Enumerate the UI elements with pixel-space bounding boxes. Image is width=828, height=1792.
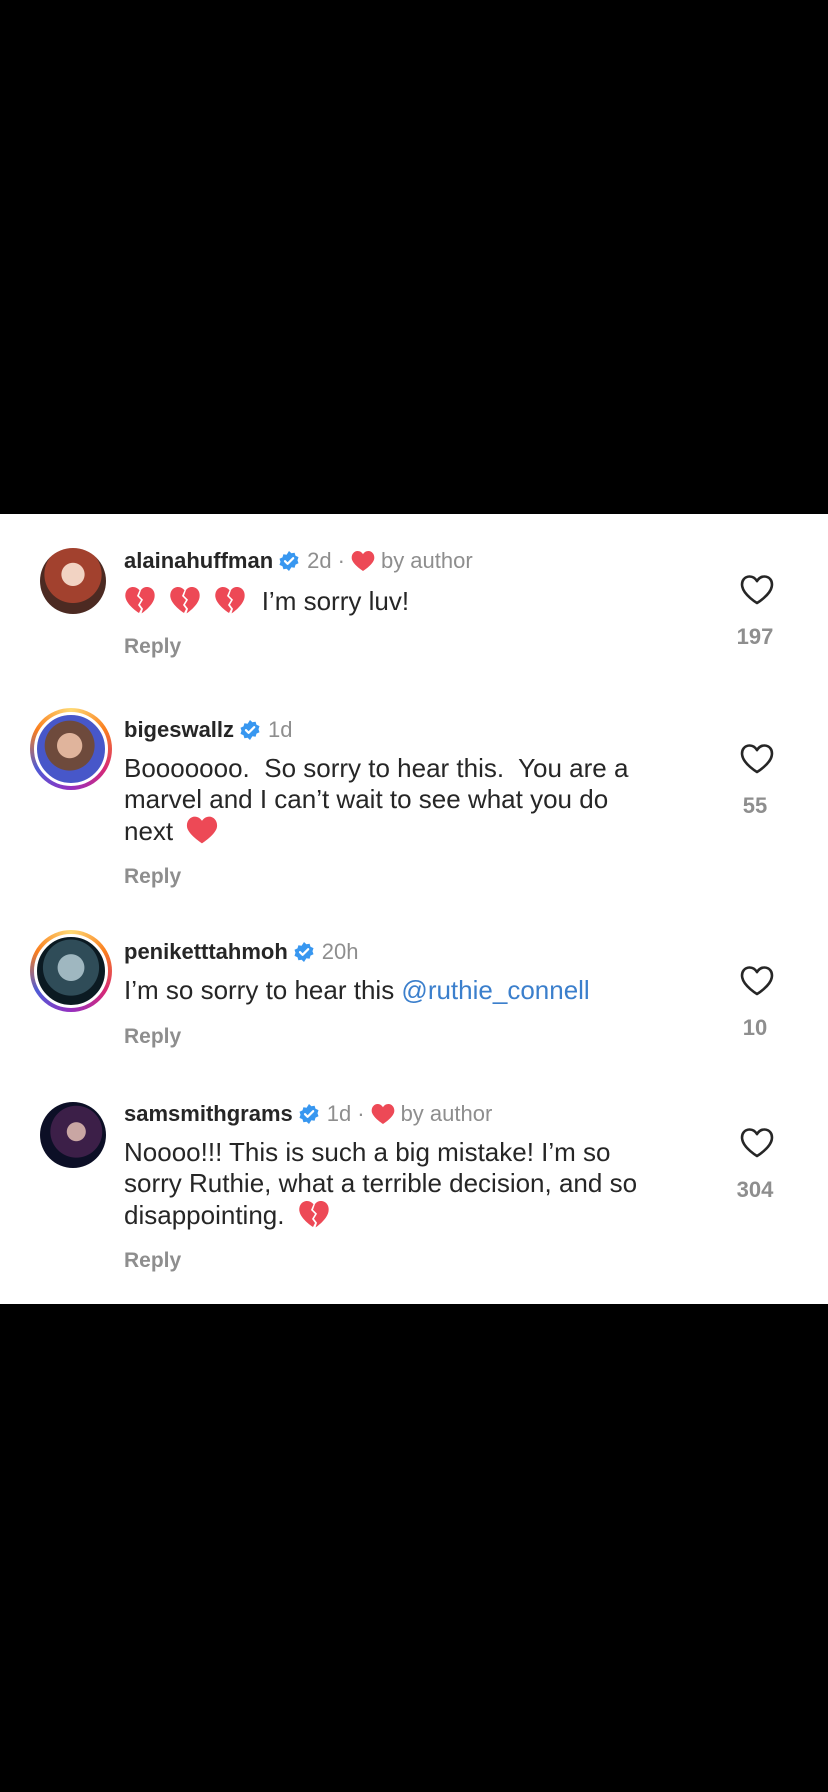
avatar-image [40, 1102, 106, 1168]
reply-button[interactable]: Reply [124, 635, 181, 659]
comment-text-content: disappointing. [124, 1200, 285, 1230]
username[interactable]: alainahuffman [124, 548, 273, 574]
like-count[interactable]: 304 [700, 1177, 810, 1203]
avatar-image [34, 712, 108, 786]
reply-button[interactable]: Reply [124, 1025, 181, 1049]
comment-text: I’m so sorry to hear this @ruthie_connel… [124, 975, 694, 1006]
comment-text-line: Noooo!!! This is such a big mistake! I’m… [124, 1137, 611, 1167]
broken-heart-icon [124, 585, 156, 615]
avatar-story-ring[interactable] [30, 708, 112, 790]
heart-outline-icon[interactable] [740, 1127, 774, 1159]
timestamp: 1d [326, 1101, 352, 1126]
avatar-story-ring[interactable] [30, 930, 112, 1012]
heart-outline-icon[interactable] [740, 743, 774, 775]
comment-text-content: I’m so sorry to hear this [124, 975, 402, 1005]
verified-badge-icon [299, 1104, 319, 1124]
comment-meta: bigeswallz 1d [124, 717, 293, 743]
broken-heart-icon [169, 585, 201, 615]
verified-badge-icon [294, 942, 314, 962]
timestamp: 20h [321, 939, 359, 964]
liked-by-author-label: by author [380, 548, 473, 573]
mention-link[interactable]: @ruthie_connell [401, 975, 589, 1005]
comment-meta: alainahuffman 2d · by author [124, 548, 473, 574]
comment-text-line: next [124, 815, 694, 847]
verified-badge-icon [279, 551, 299, 571]
comment-text-line: disappointing. [124, 1199, 694, 1231]
separator: · [337, 548, 345, 573]
avatar-image [34, 934, 108, 1008]
heart-emoji-icon [186, 815, 218, 845]
heart-outline-icon[interactable] [740, 965, 774, 997]
comment-text-content: next [124, 816, 174, 846]
avatar[interactable] [40, 548, 106, 614]
separator: · [357, 1101, 365, 1126]
liked-by-author-label: by author [400, 1101, 493, 1126]
reply-button[interactable]: Reply [124, 1249, 181, 1273]
verified-badge-icon [240, 720, 260, 740]
heart-filled-icon [371, 1103, 395, 1125]
comment-text-content: I’m sorry luv! [261, 586, 410, 616]
timestamp: 2d [307, 548, 332, 573]
comment-text: Noooo!!! This is such a big mistake! I’m… [124, 1137, 694, 1231]
like-count[interactable]: 55 [700, 793, 810, 819]
avatar[interactable] [40, 1102, 106, 1168]
like-count[interactable]: 10 [700, 1015, 810, 1041]
username[interactable]: peniketttahmoh [124, 939, 288, 965]
comments-panel: alainahuffman 2d · by author I’m sorry l… [0, 514, 828, 1304]
heart-outline-icon[interactable] [740, 574, 774, 606]
username[interactable]: bigeswallz [124, 717, 234, 743]
comment-text-line: Booooooo. So sorry to hear this. You are… [124, 753, 629, 783]
comment-text: Booooooo. So sorry to hear this. You are… [124, 753, 694, 847]
like-count[interactable]: 197 [700, 624, 810, 650]
comment-text-line: marvel and I can’t wait to see what you … [124, 784, 609, 814]
comment-meta: samsmithgrams 1d · by author [124, 1101, 492, 1127]
comment-text: I’m sorry luv! [124, 585, 694, 617]
broken-heart-icon [214, 585, 246, 615]
reply-button[interactable]: Reply [124, 865, 181, 889]
timestamp: 1d [268, 717, 293, 742]
username[interactable]: samsmithgrams [124, 1101, 293, 1127]
avatar-image [40, 548, 106, 614]
heart-filled-icon [351, 550, 375, 572]
comment-text-line: sorry Ruthie, what a terrible decision, … [124, 1168, 638, 1198]
broken-heart-icon [298, 1199, 330, 1229]
comment-meta: peniketttahmoh 20h [124, 939, 359, 965]
